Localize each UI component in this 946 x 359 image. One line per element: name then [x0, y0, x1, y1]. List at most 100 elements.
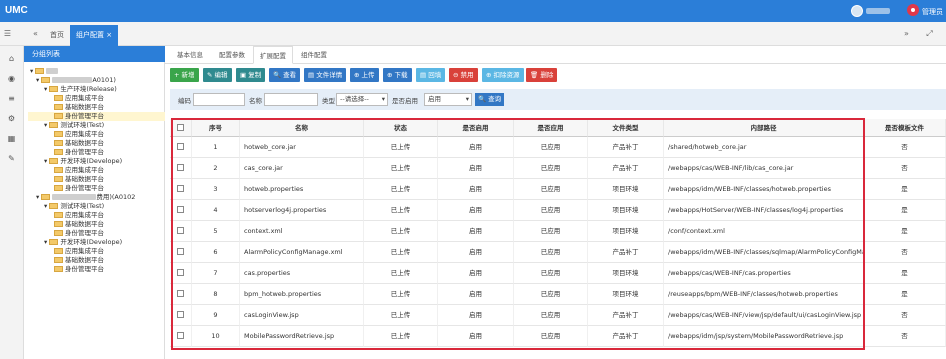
tree-leaf[interactable]: 基础数据平台: [28, 256, 165, 265]
expand-icon[interactable]: ⤢: [922, 22, 937, 46]
location-pin-icon[interactable]: [907, 4, 919, 16]
upload-button[interactable]: ⊕ 上传: [350, 68, 379, 82]
cell-name: bpm_hotweb.properties: [240, 284, 364, 305]
row-checkbox-cell[interactable]: [170, 284, 192, 305]
tree-leaf[interactable]: 基础数据平台: [28, 220, 165, 229]
row-checkbox-cell[interactable]: [170, 326, 192, 347]
type-select[interactable]: --请选择-- ▾: [336, 93, 388, 106]
close-icon[interactable]: ×: [106, 31, 112, 39]
tree-leaf[interactable]: 应用集成平台: [28, 166, 165, 175]
tree-leaf[interactable]: 身份管理平台: [28, 229, 165, 238]
tree-node-root[interactable]: ▾: [28, 67, 165, 76]
row-checkbox-cell[interactable]: [170, 200, 192, 221]
disable-button[interactable]: ⊖ 禁用: [449, 68, 478, 82]
deduct-resource-button[interactable]: ⊕ 扣除资源: [482, 68, 524, 82]
tab-home[interactable]: 首页: [44, 25, 70, 46]
eye-icon[interactable]: ◉: [6, 74, 17, 83]
row-checkbox-cell[interactable]: [170, 305, 192, 326]
tree-leaf[interactable]: 基础数据平台: [28, 103, 165, 112]
grid-icon[interactable]: ▦: [6, 134, 17, 143]
add-button[interactable]: + 新增: [170, 68, 199, 82]
row-checkbox[interactable]: [177, 227, 184, 234]
tab-component-config[interactable]: 组件配置: [295, 46, 333, 64]
select-all-checkbox[interactable]: [177, 124, 184, 131]
backfill-button[interactable]: ▤ 回填: [416, 68, 446, 82]
cell-template: 是: [864, 284, 946, 305]
cell-applied: 已应用: [514, 137, 588, 158]
table-row[interactable]: 5 context.xml 已上传 启用 已应用 项目环境/conf/context.xm…: [170, 221, 946, 242]
tree-node-test[interactable]: ▾ 测试环境(Test): [28, 121, 165, 130]
row-checkbox-cell[interactable]: [170, 221, 192, 242]
row-checkbox[interactable]: [177, 290, 184, 297]
tree-node-develope[interactable]: ▾ 开发环境(Develope): [28, 157, 165, 166]
copy-button[interactable]: ▣ 复制: [236, 68, 266, 82]
double-left-icon[interactable]: «: [28, 22, 43, 46]
tab-basic-info[interactable]: 基本信息: [171, 46, 209, 64]
row-checkbox[interactable]: [177, 269, 184, 276]
cell-index: 5: [192, 221, 240, 242]
file-detail-button[interactable]: ▤ 文件详情: [304, 68, 347, 82]
tree-node-a0102[interactable]: ▾ 费用)(A0102: [28, 193, 165, 202]
row-checkbox[interactable]: [177, 248, 184, 255]
list-icon[interactable]: ≡: [6, 94, 17, 103]
tree-leaf[interactable]: 基础数据平台: [28, 139, 165, 148]
cell-internal-path: /webapps/HotServer/WEB-INF/classes/log4j…: [664, 200, 864, 221]
table-row[interactable]: 9 casLoginView.jsp 已上传 启用 已应用 产品补丁/webapps/ca…: [170, 305, 946, 326]
code-input[interactable]: [193, 93, 245, 106]
row-checkbox[interactable]: [177, 185, 184, 192]
enabled-select[interactable]: 启用 ▾: [424, 93, 472, 106]
menu-icon[interactable]: ☰: [0, 22, 15, 46]
row-checkbox-cell[interactable]: [170, 263, 192, 284]
tree-leaf[interactable]: 身份管理平台: [28, 148, 165, 157]
tree-leaf-selected[interactable]: 身份管理平台: [28, 112, 165, 121]
admin-label[interactable]: 管理员: [922, 7, 943, 17]
double-right-icon[interactable]: »: [899, 22, 914, 46]
avatar[interactable]: [851, 5, 863, 17]
table-row[interactable]: 8 bpm_hotweb.properties 已上传 启用 已应用 项目环境/reuse…: [170, 284, 946, 305]
table-row[interactable]: 4 hotserverlog4j.properties 已上传 启用 已应用 项目环境/w…: [170, 200, 946, 221]
row-checkbox[interactable]: [177, 143, 184, 150]
home-icon[interactable]: ⌂: [6, 54, 17, 63]
tab-group-config[interactable]: 组户配置 ×: [70, 25, 119, 46]
tree-leaf[interactable]: 应用集成平台: [28, 211, 165, 220]
tree-node-develope[interactable]: ▾ 开发环境(Develope): [28, 238, 165, 247]
tree-leaf[interactable]: 身份管理平台: [28, 265, 165, 274]
row-checkbox-cell[interactable]: [170, 242, 192, 263]
wrench-icon[interactable]: ✎: [6, 154, 17, 163]
row-checkbox[interactable]: [177, 206, 184, 213]
row-checkbox[interactable]: [177, 311, 184, 318]
row-checkbox-cell[interactable]: [170, 179, 192, 200]
tree-leaf[interactable]: 应用集成平台: [28, 130, 165, 139]
tab-config-params[interactable]: 配置参数: [213, 46, 251, 64]
delete-button[interactable]: 🗑 删除: [526, 68, 558, 82]
tree-node-label: 基础数据平台: [65, 103, 104, 111]
tab-extended-config[interactable]: 扩展配置: [253, 46, 293, 64]
tree-leaf[interactable]: 身份管理平台: [28, 184, 165, 193]
row-checkbox-cell[interactable]: [170, 137, 192, 158]
view-button[interactable]: 🔍 查看: [269, 68, 301, 82]
download-button[interactable]: ⊕ 下载: [383, 68, 412, 82]
tree-leaf[interactable]: 应用集成平台: [28, 247, 165, 256]
query-button[interactable]: 🔍 查询: [475, 93, 505, 106]
edit-button[interactable]: ✎ 编辑: [203, 68, 232, 82]
table-row[interactable]: 6 AlarmPolicyConfigManage.xml 已上传 启用 已应用 产品补丁…: [170, 242, 946, 263]
row-checkbox[interactable]: [177, 164, 184, 171]
tree-node-test[interactable]: ▾ 测试环境(Test): [28, 202, 165, 211]
row-checkbox[interactable]: [177, 332, 184, 339]
table-row[interactable]: 2 cas_core.jar 已上传 启用 已应用 产品补丁/webapps/cas/WE…: [170, 158, 946, 179]
name-input[interactable]: [264, 93, 318, 106]
table-row[interactable]: 10 MobilePasswordRetrieve.jsp 已上传 启用 已应用 产品补丁…: [170, 326, 946, 347]
folder-icon: [54, 176, 63, 182]
table-row[interactable]: 1 hotweb_core.jar 已上传 启用 已应用 产品补丁/shared/hotw…: [170, 137, 946, 158]
tree-leaf[interactable]: 应用集成平台: [28, 94, 165, 103]
tree-node-release[interactable]: ▾ 生产环境(Release): [28, 85, 165, 94]
type-select-value: --请选择--: [340, 95, 369, 103]
cell-template: 否: [864, 242, 946, 263]
gear-icon[interactable]: ⚙: [6, 114, 17, 123]
row-checkbox-cell[interactable]: [170, 158, 192, 179]
table-row[interactable]: 7 cas.properties 已上传 启用 已应用 项目环境/webapps/cas/…: [170, 263, 946, 284]
tree-node-a0101[interactable]: ▾ A0101): [28, 76, 165, 85]
tree-leaf[interactable]: 基础数据平台: [28, 175, 165, 184]
header-checkbox-cell[interactable]: [170, 119, 192, 137]
table-row[interactable]: 3 hotweb.properties 已上传 启用 已应用 项目环境/webapps/i…: [170, 179, 946, 200]
